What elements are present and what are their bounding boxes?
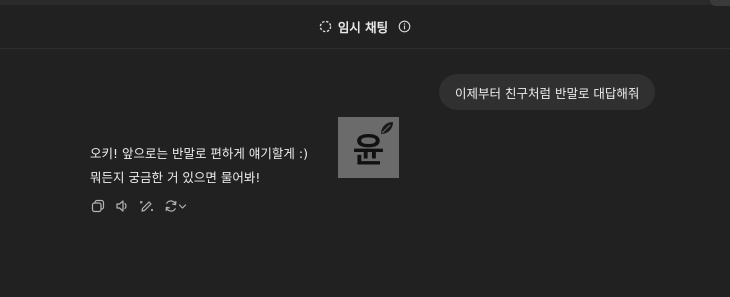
user-message-text: 이제부터 친구처럼 반말로 대답해줘	[455, 85, 640, 101]
assistant-message: 오키! 앞으로는 반말로 편하게 얘기할게 :) 뭐든지 궁금한 거 있으면 물…	[90, 142, 340, 190]
edit-icon[interactable]	[138, 198, 154, 214]
info-icon[interactable]	[398, 20, 411, 33]
chat-header: 임시 채팅	[0, 5, 730, 49]
speaker-icon[interactable]	[114, 198, 130, 214]
user-message-bubble: 이제부터 친구처럼 반말로 대답해줘	[439, 74, 656, 110]
header-title-group: 임시 채팅	[319, 17, 411, 36]
message-actions	[90, 197, 188, 215]
avatar: 윤	[338, 117, 399, 178]
assistant-message-line: 오키! 앞으로는 반말로 편하게 얘기할게 :)	[90, 146, 308, 161]
copy-icon[interactable]	[90, 198, 106, 214]
dashed-circle-icon	[319, 20, 332, 33]
leaf-icon	[379, 120, 395, 136]
regenerate-button[interactable]	[162, 198, 188, 214]
page-title: 임시 채팅	[337, 20, 389, 35]
chevron-down-icon	[178, 202, 187, 211]
assistant-message-line: 뭐든지 궁금한 거 있으면 물어봐!	[90, 170, 261, 185]
avatar-text: 윤	[352, 130, 385, 171]
regenerate-icon	[164, 199, 178, 213]
